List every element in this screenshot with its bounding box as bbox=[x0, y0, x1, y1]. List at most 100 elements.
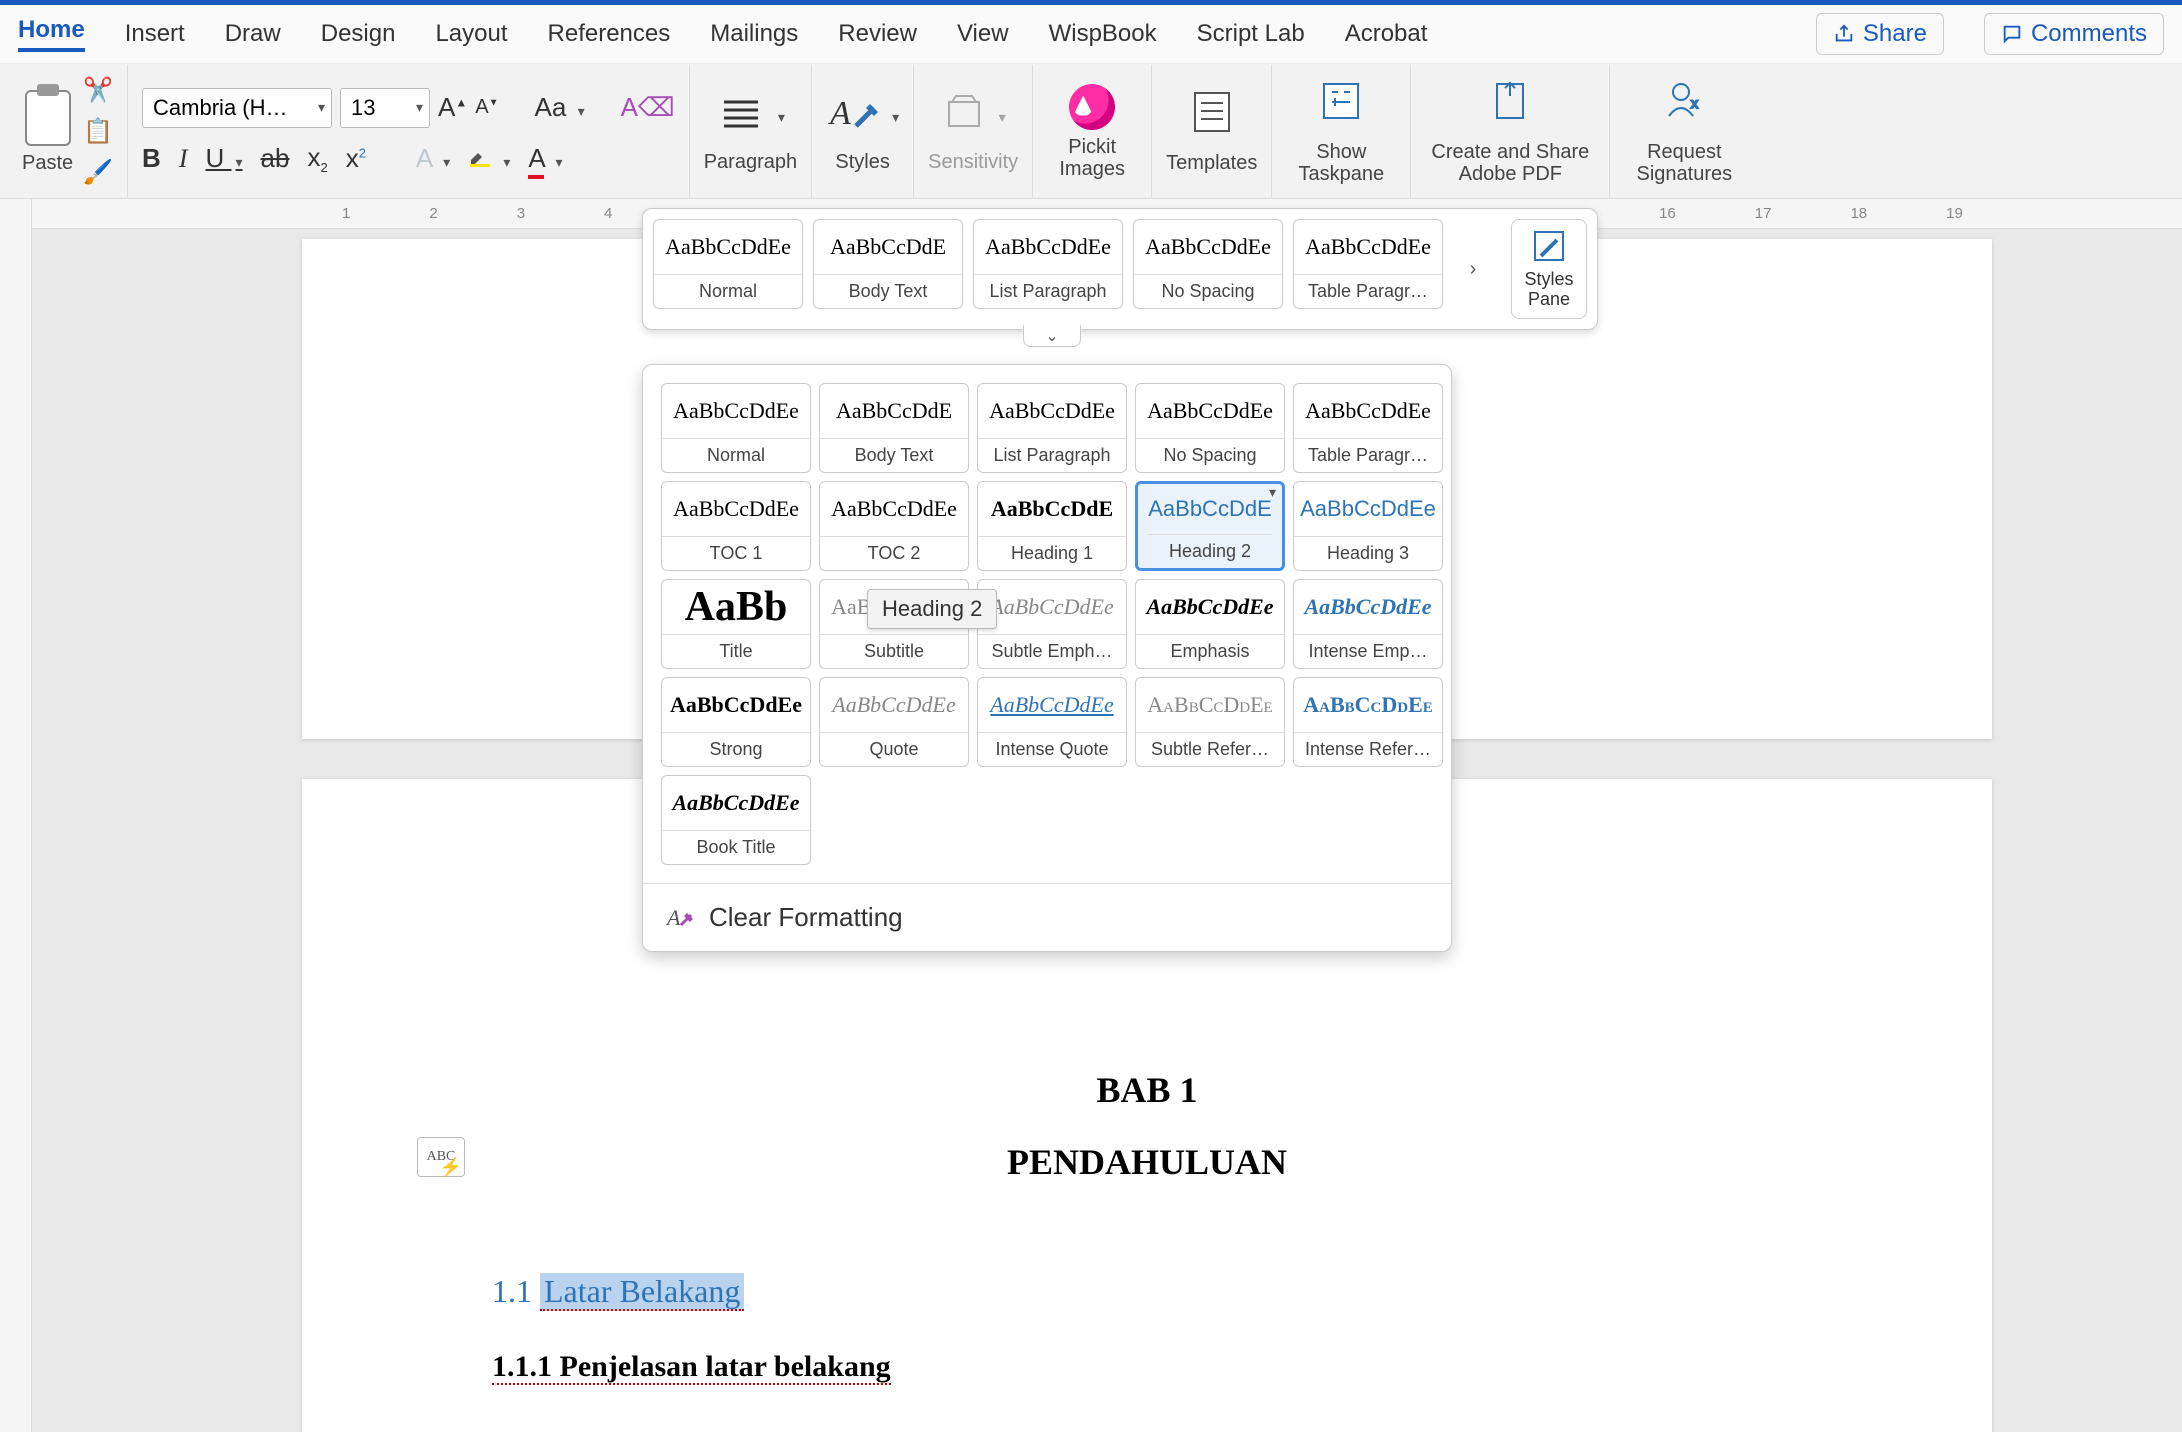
style-emphasis[interactable]: AaBbCcDdEeEmphasis bbox=[1135, 579, 1285, 669]
styles-label: Styles bbox=[835, 151, 889, 173]
adobe-pdf-label: Create and Share Adobe PDF bbox=[1425, 141, 1595, 185]
paragraph-icon[interactable] bbox=[716, 91, 766, 145]
heading-3-text[interactable]: 1.1.1 Penjelasan latar belakang bbox=[492, 1350, 1992, 1384]
style-toc-1[interactable]: AaBbCcDdEeTOC 1 bbox=[661, 481, 811, 571]
style-subtle-refer-[interactable]: AaBbCcDdEeSubtle Refer… bbox=[1135, 677, 1285, 767]
document-area: 12345141516171819 BAB 1 PENDAHULUAN ABC … bbox=[0, 199, 2182, 1432]
comments-label: Comments bbox=[2031, 20, 2147, 48]
signatures-label: Request Signatures bbox=[1624, 141, 1744, 185]
text-effects-icon[interactable]: A ▾ bbox=[416, 143, 450, 174]
pickit-label: Pickit Images bbox=[1047, 136, 1137, 180]
tab-layout[interactable]: Layout bbox=[435, 20, 507, 48]
styles-icon[interactable]: A bbox=[826, 90, 880, 145]
quick-style-body-text[interactable]: AaBbCcDdEBody Text bbox=[813, 219, 963, 309]
tab-insert[interactable]: Insert bbox=[125, 20, 185, 48]
quick-style-list-paragraph[interactable]: AaBbCcDdEeList Paragraph bbox=[973, 219, 1123, 309]
quick-style-no-spacing[interactable]: AaBbCcDdEeNo Spacing bbox=[1133, 219, 1283, 309]
vertical-ruler bbox=[0, 199, 32, 1432]
svg-text:A: A bbox=[828, 95, 851, 132]
quick-styles-row: AaBbCcDdEeNormalAaBbCcDdEBody TextAaBbCc… bbox=[642, 208, 1598, 330]
quick-style-table-paragr-[interactable]: AaBbCcDdEeTable Paragr… bbox=[1293, 219, 1443, 309]
style-body-text[interactable]: AaBbCcDdEBody Text bbox=[819, 383, 969, 473]
style-quote[interactable]: AaBbCcDdEeQuote bbox=[819, 677, 969, 767]
font-name-select[interactable]: Cambria (H… bbox=[142, 88, 332, 128]
autocorrect-options-icon[interactable]: ABC ⚡ bbox=[417, 1137, 465, 1177]
adobe-pdf-icon[interactable] bbox=[1487, 78, 1533, 135]
style-intense-quote[interactable]: AaBbCcDdEeIntense Quote bbox=[977, 677, 1127, 767]
paste-label: Paste bbox=[22, 152, 73, 174]
expand-gallery-chevron-icon[interactable]: ⌄ bbox=[1023, 325, 1081, 347]
change-case-icon[interactable]: Aa ▾ bbox=[535, 92, 585, 123]
tab-view[interactable]: View bbox=[957, 20, 1009, 48]
style-tooltip: Heading 2 bbox=[867, 589, 997, 629]
clear-format-icon[interactable]: A⌫ bbox=[621, 92, 675, 123]
ribbon: Paste ✂️ 📋 🖌️ Cambria (H… 13 A▲ A▼ Aa ▾ … bbox=[0, 63, 2182, 199]
decrease-font-icon[interactable]: A▼ bbox=[475, 96, 498, 119]
svg-text:A: A bbox=[665, 905, 681, 930]
share-label: Share bbox=[1863, 20, 1927, 48]
comments-button[interactable]: Comments bbox=[1984, 13, 2164, 55]
sensitivity-icon bbox=[941, 91, 987, 145]
style-subtle-emph-[interactable]: AaBbCcDdEeSubtle Emph… bbox=[977, 579, 1127, 669]
sensitivity-label: Sensitivity bbox=[928, 151, 1018, 173]
styles-pane-button[interactable]: Styles Pane bbox=[1511, 219, 1587, 319]
style-toc-2[interactable]: AaBbCcDdEeTOC 2 bbox=[819, 481, 969, 571]
templates-label: Templates bbox=[1166, 152, 1257, 174]
format-painter-icon[interactable]: 🖌️ bbox=[83, 158, 113, 187]
style-heading-3[interactable]: AaBbCcDdEeHeading 3 bbox=[1293, 481, 1443, 571]
font-color-icon[interactable]: A ▾ bbox=[528, 143, 562, 174]
paragraph-label: Paragraph bbox=[704, 151, 797, 173]
style-heading-1[interactable]: AaBbCcDdEHeading 1 bbox=[977, 481, 1127, 571]
style-intense-emp-[interactable]: AaBbCcDdEeIntense Emp… bbox=[1293, 579, 1443, 669]
tab-mailings[interactable]: Mailings bbox=[710, 20, 798, 48]
tab-wispbook[interactable]: WispBook bbox=[1049, 20, 1157, 48]
paragraph-dd[interactable]: ▾ bbox=[778, 109, 785, 126]
style-normal[interactable]: AaBbCcDdEeNormal bbox=[661, 383, 811, 473]
taskpane-label: Show Taskpane bbox=[1286, 141, 1396, 185]
highlight-icon[interactable]: ▾ bbox=[468, 143, 510, 174]
share-button[interactable]: Share bbox=[1816, 13, 1944, 55]
templates-icon[interactable] bbox=[1189, 89, 1235, 146]
more-styles-chevron-icon[interactable]: › bbox=[1453, 219, 1493, 319]
style-heading-2[interactable]: AaBbCcDdEHeading 2 bbox=[1135, 481, 1285, 571]
subscript-button[interactable]: x2 bbox=[307, 142, 327, 175]
strikethrough-button[interactable]: ab bbox=[261, 143, 290, 174]
tab-references[interactable]: References bbox=[548, 20, 671, 48]
clipboard-icon[interactable] bbox=[25, 90, 71, 146]
style-intense-refer-[interactable]: AaBbCcDdEeIntense Refer… bbox=[1293, 677, 1443, 767]
cut-icon[interactable]: ✂️ bbox=[83, 76, 113, 105]
bold-button[interactable]: B bbox=[142, 143, 161, 174]
font-size-select[interactable]: 13 bbox=[340, 88, 430, 128]
heading-2-text[interactable]: 1.1Latar Belakang bbox=[492, 1273, 744, 1310]
underline-button[interactable]: U ▾ bbox=[206, 143, 243, 174]
tab-home[interactable]: Home bbox=[18, 16, 85, 52]
style-no-spacing[interactable]: AaBbCcDdEeNo Spacing bbox=[1135, 383, 1285, 473]
svg-text:x: x bbox=[1691, 95, 1698, 111]
style-strong[interactable]: AaBbCcDdEeStrong bbox=[661, 677, 811, 767]
style-list-paragraph[interactable]: AaBbCcDdEeList Paragraph bbox=[977, 383, 1127, 473]
copy-icon[interactable]: 📋 bbox=[83, 117, 113, 146]
tab-review[interactable]: Review bbox=[838, 20, 917, 48]
tab-design[interactable]: Design bbox=[321, 20, 396, 48]
styles-gallery-panel: AaBbCcDdEeNormalAaBbCcDdEBody TextAaBbCc… bbox=[642, 364, 1452, 952]
ribbon-tabs: Home Insert Draw Design Layout References Mail… bbox=[0, 5, 2182, 63]
signatures-icon[interactable]: x bbox=[1661, 78, 1707, 135]
share-icon bbox=[1833, 23, 1855, 45]
tab-acrobat[interactable]: Acrobat bbox=[1345, 20, 1428, 48]
italic-button[interactable]: I bbox=[179, 144, 188, 174]
chapter-number: BAB 1 bbox=[302, 1069, 1992, 1111]
chapter-title: PENDAHULUAN bbox=[302, 1141, 1992, 1183]
quick-style-normal[interactable]: AaBbCcDdEeNormal bbox=[653, 219, 803, 309]
increase-font-icon[interactable]: A▲ bbox=[438, 92, 467, 123]
style-book-title[interactable]: AaBbCcDdEeBook Title bbox=[661, 775, 811, 865]
taskpane-icon[interactable] bbox=[1318, 78, 1364, 135]
superscript-button[interactable]: x2 bbox=[346, 143, 366, 174]
pickit-icon[interactable] bbox=[1069, 84, 1115, 130]
tab-script-lab[interactable]: Script Lab bbox=[1197, 20, 1305, 48]
tab-draw[interactable]: Draw bbox=[225, 20, 281, 48]
clear-formatting-button[interactable]: A Clear Formatting bbox=[643, 883, 1451, 951]
comment-icon bbox=[2001, 23, 2023, 45]
style-table-paragr-[interactable]: AaBbCcDdEeTable Paragr… bbox=[1293, 383, 1443, 473]
styles-dd[interactable]: ▾ bbox=[892, 109, 899, 126]
style-title[interactable]: AaBbTitle bbox=[661, 579, 811, 669]
